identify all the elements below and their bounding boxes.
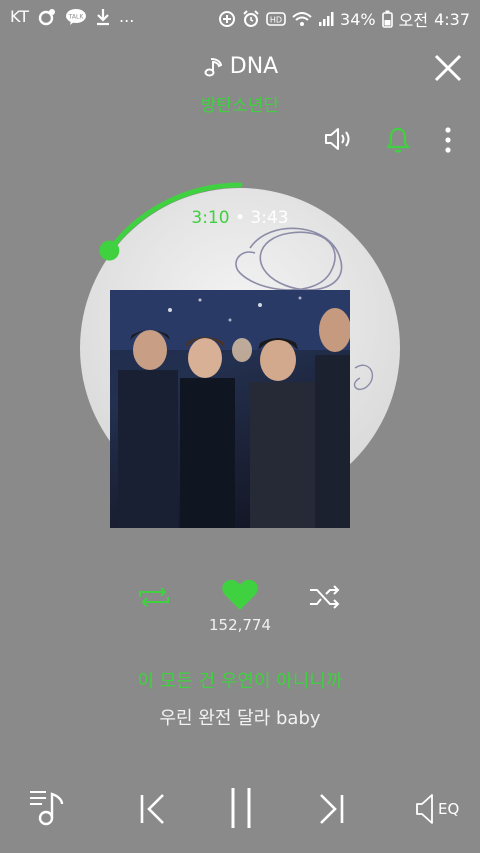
ampm-label: 오전 [398, 11, 429, 30]
notification-bell-button[interactable] [385, 126, 411, 158]
carrier-label: KT [10, 7, 30, 26]
equalizer-button[interactable]: EQ [414, 792, 459, 826]
lyric-current-line[interactable]: 이 모든 건 우연이 아니니까 [0, 667, 480, 693]
playlist-icon [30, 791, 64, 826]
skip-previous-icon [140, 794, 164, 824]
next-button[interactable] [316, 792, 346, 830]
more-options-button[interactable] [443, 126, 453, 158]
album-cover-image [110, 290, 350, 528]
like-count: 152,774 [208, 616, 272, 634]
kakaotalk-icon: TALK [65, 8, 87, 26]
repeat-icon [139, 587, 169, 607]
time-separator: • [234, 208, 246, 228]
pause-icon [231, 788, 251, 828]
playlist-button[interactable] [28, 788, 68, 832]
data-saver-icon [218, 10, 236, 28]
lyric-next-line[interactable]: 우린 완전 달라 baby [0, 704, 480, 730]
progress-thumb [99, 240, 120, 261]
more-notifications: ... [119, 7, 135, 26]
chat-bubble-icon [37, 8, 57, 26]
wifi-icon [292, 11, 312, 27]
music-note-icon [202, 56, 224, 78]
shuffle-button[interactable] [308, 584, 342, 614]
svg-text:HD: HD [270, 16, 282, 25]
more-vertical-icon [445, 127, 451, 153]
repeat-button[interactable] [137, 584, 171, 614]
download-icon [95, 8, 111, 26]
status-bar: KT TALK ... HD 34% 오전 4:37 [0, 0, 480, 34]
battery-icon [381, 10, 393, 28]
heart-icon [222, 579, 258, 610]
shuffle-icon [310, 585, 340, 609]
player-controls: EQ [0, 780, 480, 840]
previous-button[interactable] [138, 792, 168, 830]
eq-label: EQ [438, 800, 460, 818]
output-device-button[interactable] [323, 126, 353, 156]
bell-icon [386, 127, 410, 153]
signal-icon [318, 11, 334, 27]
battery-percent: 34% [340, 9, 376, 29]
speaker-eq-icon [416, 794, 433, 824]
skip-next-icon [320, 794, 344, 824]
track-title-row: DNA [0, 54, 480, 79]
total-time: 3:43 [250, 208, 289, 228]
track-title: DNA [229, 54, 279, 79]
time-display: 3:10 • 3:43 [0, 208, 480, 228]
current-time: 3:10 [191, 208, 230, 228]
clock: 4:37 [434, 9, 470, 29]
like-button[interactable] [221, 578, 259, 616]
alarm-icon [242, 10, 260, 28]
speaker-icon [325, 128, 350, 150]
svg-text:TALK: TALK [68, 13, 85, 20]
close-icon [434, 54, 462, 82]
pause-button[interactable] [228, 786, 254, 834]
artist-name[interactable]: 방탄소년단 [0, 91, 480, 116]
hd-voice-icon: HD [266, 11, 286, 27]
close-button[interactable] [432, 52, 464, 84]
